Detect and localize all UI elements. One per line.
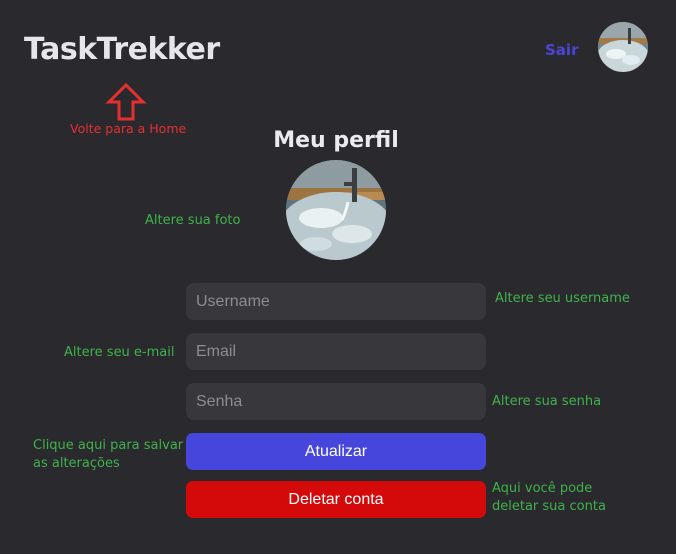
profile-photo[interactable] [286, 160, 386, 260]
app-logo[interactable]: TaskTrekker [24, 30, 220, 70]
update-button[interactable]: Atualizar [186, 433, 486, 470]
annotation-password: Altere sua senha [492, 394, 602, 409]
annotation-delete-line2: deletar sua conta [492, 499, 606, 514]
page-title: Meu perfil [273, 128, 399, 153]
annotation-email: Altere seu e-mail [64, 345, 175, 360]
password-field[interactable] [186, 383, 486, 420]
email-field[interactable] [186, 333, 486, 370]
arrow-up-outline-icon [105, 82, 147, 121]
annotation-delete-line1: Aqui você pode [492, 481, 593, 496]
annotation-username: Altere seu username [495, 291, 630, 306]
username-field[interactable] [186, 283, 486, 320]
delete-account-button[interactable]: Deletar conta [186, 481, 486, 518]
annotation-photo: Altere sua foto [145, 213, 241, 228]
annotation-save-line2: as alterações [33, 456, 120, 471]
logout-button[interactable]: Sair [545, 40, 578, 60]
annotation-save-line1: Clique aqui para salvar [33, 438, 184, 453]
header-avatar[interactable] [598, 22, 648, 72]
